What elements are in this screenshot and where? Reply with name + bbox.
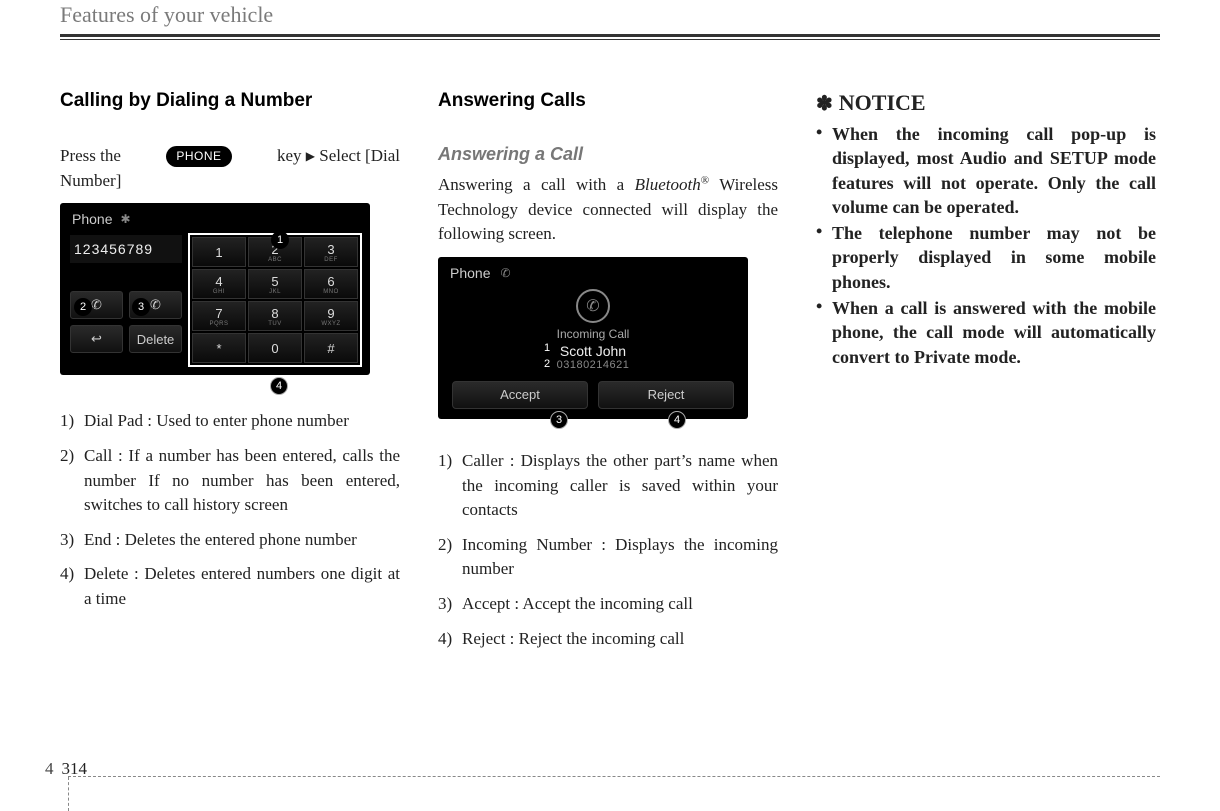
key-star[interactable]: * [192, 333, 246, 363]
subheading-answering-call: Answering a Call [438, 144, 778, 165]
list-item: 1)Caller : Displays the other part’s nam… [438, 449, 778, 523]
press-text-d: Number] [60, 171, 121, 190]
delete-button[interactable]: Delete [129, 325, 182, 353]
marker-2b: 2 [538, 355, 556, 373]
list-item: 1)Dial Pad : Used to enter phone number [60, 409, 400, 434]
header-rule [60, 34, 1160, 40]
key-4[interactable]: 4GHI [192, 269, 246, 299]
header-title: Features of your vehicle [60, 0, 1160, 28]
key-hash[interactable]: # [304, 333, 358, 363]
avatar-icon: ✆ [576, 289, 610, 323]
column-3: ✽ NOTICE •When the incoming call pop-up … [816, 90, 1156, 661]
columns: Calling by Dialing a Number Press the PH… [60, 90, 1160, 661]
footer: 4 314 [0, 776, 1160, 777]
marker-4b: 4 [668, 411, 686, 429]
incoming-description-list: 1)Caller : Displays the other part’s nam… [438, 449, 778, 651]
heading-calling: Calling by Dialing a Number [60, 90, 400, 112]
key-9[interactable]: 9WXYZ [304, 301, 358, 331]
column-2: Answering Calls Answering a Call Answeri… [438, 90, 778, 661]
phone-icon: ✆ [91, 297, 102, 313]
notice-heading: ✽ NOTICE [816, 90, 1156, 116]
column-1: Calling by Dialing a Number Press the PH… [60, 90, 400, 661]
arrow-icon: ▶ [306, 148, 315, 165]
key-8[interactable]: 8TUV [248, 301, 302, 331]
dial-screenshot: Phone ✱ 123456789 ✆ ✆ ↩ Delete [60, 203, 370, 375]
phone-icon: ✆ [500, 266, 510, 280]
reject-button[interactable]: Reject [598, 381, 734, 409]
answering-body: Answering a call with a Bluetooth® Wirel… [438, 173, 778, 247]
incoming-title: Phone [450, 265, 490, 281]
notice-label: NOTICE [839, 90, 926, 116]
list-item: 3)End : Deletes the entered phone number [60, 528, 400, 553]
list-item: 2)Call : If a number has been entered, c… [60, 444, 400, 518]
key-0[interactable]: 0 [248, 333, 302, 363]
heading-answering: Answering Calls [438, 90, 778, 112]
dial-display: 123456789 [70, 235, 182, 263]
bluetooth-icon: ✱ [120, 212, 130, 226]
footer-vertical-rule [68, 777, 69, 811]
page-number: 4 314 [45, 759, 87, 779]
press-instruction: Press the PHONE key ▶ Select [Dial Numbe… [60, 144, 400, 193]
phone-end-icon: ✆ [150, 297, 161, 313]
list-item: •When a call is answered with the mobile… [816, 296, 1156, 369]
list-item: 2)Incoming Number : Displays the incomin… [438, 533, 778, 582]
notice-list: •When the incoming call pop-up is displa… [816, 122, 1156, 369]
incoming-call-label: Incoming Call [444, 327, 742, 341]
press-text-c: Select [Dial [319, 146, 400, 165]
incoming-screenshot: Phone ✆ ✆ Incoming Call Scott John 03180… [438, 257, 748, 419]
accept-button[interactable]: Accept [452, 381, 588, 409]
screenshot-title: Phone [72, 211, 112, 227]
key-5[interactable]: 5JKL [248, 269, 302, 299]
press-text-a: Press the [60, 144, 121, 169]
key-6[interactable]: 6MNO [304, 269, 358, 299]
back-icon: ↩ [91, 331, 102, 347]
dial-description-list: 1)Dial Pad : Used to enter phone number … [60, 409, 400, 611]
press-text-b: key [277, 146, 302, 165]
list-item: 4)Delete : Deletes entered numbers one d… [60, 562, 400, 611]
footer-rule [68, 776, 1160, 777]
key-7[interactable]: 7PQRS [192, 301, 246, 331]
list-item: •When the incoming call pop-up is displa… [816, 122, 1156, 219]
list-item: 3)Accept : Accept the incoming call [438, 592, 778, 617]
back-button[interactable]: ↩ [70, 325, 123, 353]
header: Features of your vehicle [60, 0, 1160, 40]
key-1[interactable]: 1 [192, 237, 246, 267]
marker-4: 4 [270, 377, 288, 395]
marker-3b: 3 [550, 411, 568, 429]
page: Features of your vehicle Calling by Dial… [0, 0, 1220, 811]
caller-name: Scott John [444, 343, 742, 359]
phone-key-pill: PHONE [166, 146, 231, 167]
key-3[interactable]: 3DEF [304, 237, 358, 267]
list-item: 4)Reject : Reject the incoming call [438, 627, 778, 652]
list-item: •The telephone number may not be properl… [816, 221, 1156, 294]
incoming-screenshot-wrap: Phone ✆ ✆ Incoming Call Scott John 03180… [438, 257, 748, 419]
delete-label: Delete [137, 332, 175, 347]
caller-number: 03180214621 [444, 359, 742, 371]
notice-icon: ✽ [816, 91, 833, 116]
dial-pad-frame: 1 2ABC 3DEF 4GHI 5JKL 6MNO 7PQRS 8TUV 9W… [188, 233, 362, 367]
dial-pad: 1 2ABC 3DEF 4GHI 5JKL 6MNO 7PQRS 8TUV 9W… [192, 237, 358, 363]
dial-screenshot-wrap: Phone ✱ 123456789 ✆ ✆ ↩ Delete [60, 203, 370, 375]
